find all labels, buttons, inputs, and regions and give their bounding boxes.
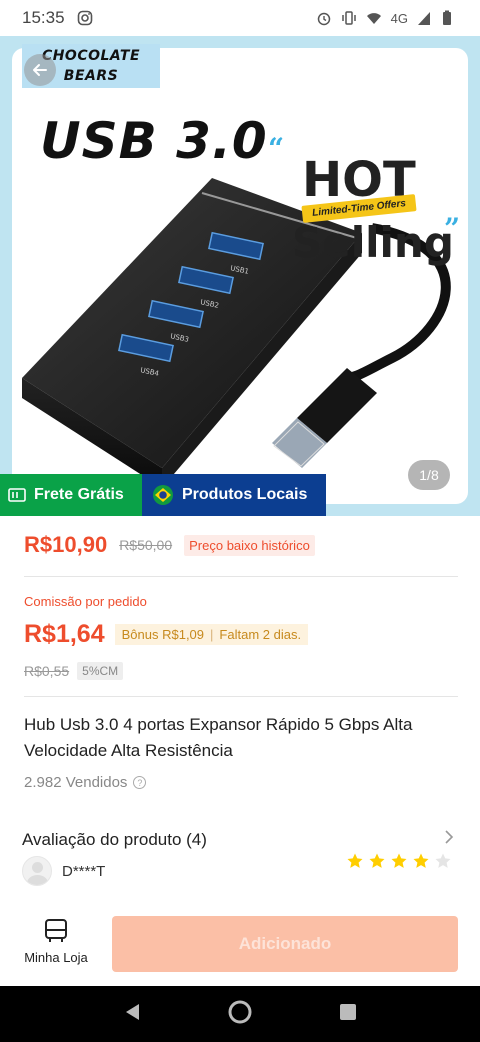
bonus-separator: |	[210, 627, 214, 642]
image-counter: 1/8	[408, 460, 450, 490]
bottom-action-bar: Minha Loja Adicionado	[0, 906, 480, 986]
home-circle-icon[interactable]	[227, 999, 253, 1030]
recents-square-icon[interactable]	[339, 1003, 357, 1026]
bonus-amount: Bônus R$1,09	[121, 627, 205, 642]
star-filled-icon	[391, 853, 407, 868]
brand-line2: BEARS	[63, 68, 119, 84]
commission-value: R$1,64	[24, 620, 105, 648]
reviewer: D****T	[22, 856, 105, 886]
chevron-right-icon	[444, 829, 454, 850]
star-filled-icon	[347, 853, 363, 868]
alarm-icon	[316, 10, 332, 26]
lowest-price-tag: Preço baixo histórico	[184, 534, 315, 556]
back-triangle-icon[interactable]	[123, 1002, 141, 1027]
battery-icon	[442, 10, 458, 26]
star-filled-icon	[413, 853, 429, 868]
product-image[interactable]: USB1 USB2 USB3 USB4 USB 3.0 “ HOT Limite…	[0, 36, 480, 516]
add-button[interactable]: Adicionado	[112, 916, 458, 972]
product-image-frame: USB1 USB2 USB3 USB4 USB 3.0 “ HOT Limite…	[12, 48, 468, 504]
store-icon	[45, 919, 67, 942]
reviews-title: Avaliação do produto (4)	[22, 829, 207, 849]
star-filled-icon	[369, 853, 385, 868]
shipping-icon	[8, 488, 26, 502]
free-shipping-badge: Frete Grátis	[0, 474, 142, 516]
shipping-badges: Frete Grátis Produtos Locais	[0, 474, 326, 516]
commission-row: R$1,64 Bônus R$1,09 | Faltam 2 dias.	[24, 620, 309, 649]
status-time: 15:35	[22, 8, 65, 27]
vibrate-icon	[341, 10, 357, 26]
cm-tag: 5%CM	[77, 662, 124, 680]
my-store-button[interactable]: Minha Loja	[18, 918, 94, 965]
original-price: R$50,00	[119, 537, 173, 553]
divider	[24, 576, 458, 577]
product-title: Hub Usb 3.0 4 portas Expansor Rápido 5 G…	[24, 715, 413, 760]
reviews-header[interactable]: Avaliação do produto (4)	[22, 829, 454, 850]
sold-count: 2.982 Vendidos	[24, 774, 128, 791]
status-bar: 15:35 4G	[0, 0, 480, 36]
signal-icon	[417, 10, 433, 26]
bonus-badge: Bônus R$1,09 | Faltam 2 dias.	[114, 624, 309, 645]
system-nav-bar	[0, 986, 480, 1042]
free-shipping-label: Frete Grátis	[34, 486, 124, 503]
selling-text: Selling	[292, 218, 454, 267]
my-store-label: Minha Loja	[24, 950, 88, 965]
current-price: R$10,90	[24, 532, 108, 557]
quote-open-icon: “	[268, 132, 285, 165]
arrow-left-icon	[33, 64, 47, 76]
brand-line1: CHOCOLATE	[41, 48, 141, 64]
brazil-flag-icon	[153, 485, 173, 505]
instagram-icon	[77, 10, 93, 26]
back-button[interactable]	[24, 54, 56, 86]
wifi-icon	[366, 10, 382, 26]
divider	[24, 696, 458, 697]
price-row: R$10,90 R$50,00 Preço baixo histórico	[24, 532, 315, 558]
local-products-badge: Produtos Locais	[142, 474, 326, 516]
sold-count-row: 2.982 Vendidos ?	[24, 774, 147, 791]
quote-close-icon: ”	[444, 212, 461, 245]
network-type: 4G	[390, 10, 408, 26]
bonus-remaining: Faltam 2 dias.	[219, 627, 302, 642]
reviewer-name: D****T	[62, 862, 106, 880]
star-empty-icon	[435, 853, 451, 868]
info-icon[interactable]: ?	[133, 776, 147, 789]
commission-sub-row: R$0,55 5%CM	[24, 662, 124, 680]
headline: USB 3.0	[40, 112, 268, 170]
commission-label: Comissão por pedido	[24, 594, 147, 609]
rating-stars	[346, 852, 452, 870]
local-products-label: Produtos Locais	[182, 486, 308, 503]
commission-old-value: R$0,55	[24, 663, 70, 679]
avatar	[22, 856, 52, 886]
